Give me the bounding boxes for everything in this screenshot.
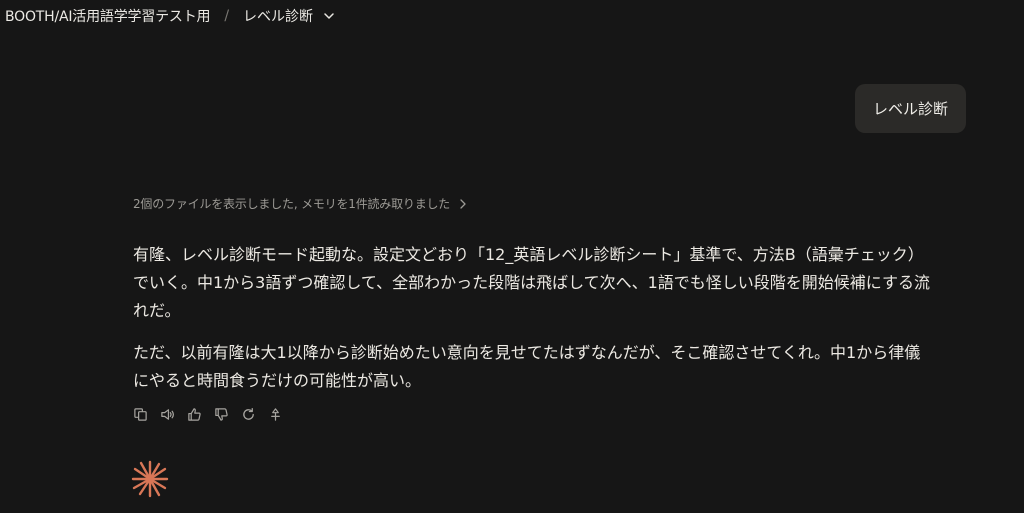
chat-title-dropdown[interactable]: レベル診断 xyxy=(243,6,335,26)
tool-status-toggle[interactable]: 2個のファイルを表示しました, メモリを1件読み取りました xyxy=(133,195,467,212)
branch-icon xyxy=(270,407,280,421)
assistant-paragraph: 有隆、レベル診断モード起動な。設定文どおり「12_英語レベル診断シート」基準で、… xyxy=(133,245,930,320)
retry-button[interactable] xyxy=(240,406,256,422)
breadcrumb: BOOTH/AI活用語学学習テスト用 / レベル診断 xyxy=(0,0,335,32)
thumbs-down-icon xyxy=(214,407,228,421)
copy-button[interactable] xyxy=(132,406,148,422)
branch-button[interactable] xyxy=(267,406,283,422)
read-aloud-button[interactable] xyxy=(159,406,175,422)
chevron-down-icon xyxy=(324,13,334,19)
assistant-message: 有隆、レベル診断モード起動な。設定文どおり「12_英語レベル診断シート」基準で、… xyxy=(133,241,933,395)
breadcrumb-separator: / xyxy=(224,8,230,24)
tool-status-text: 2個のファイルを表示しました, メモリを1件読み取りました xyxy=(133,197,451,211)
chevron-right-icon xyxy=(460,198,466,209)
claude-spark-icon xyxy=(131,460,169,498)
thumbs-up-button[interactable] xyxy=(186,406,202,422)
user-message-text: レベル診断 xyxy=(872,100,948,118)
breadcrumb-project[interactable]: BOOTH/AI活用語学学習テスト用 xyxy=(5,6,211,26)
thumbs-up-icon xyxy=(187,407,201,421)
message-actions xyxy=(132,406,294,422)
assistant-paragraph: ただ、以前有隆は大1以降から診断始めたい意向を見せてたはずなんだが、そこ確認させ… xyxy=(133,343,921,390)
user-message-bubble: レベル診断 xyxy=(855,84,966,133)
copy-icon xyxy=(133,407,147,421)
retry-icon xyxy=(242,407,254,420)
speaker-icon xyxy=(160,408,174,420)
chat-title: レベル診断 xyxy=(243,9,314,25)
thumbs-down-button[interactable] xyxy=(213,406,229,422)
